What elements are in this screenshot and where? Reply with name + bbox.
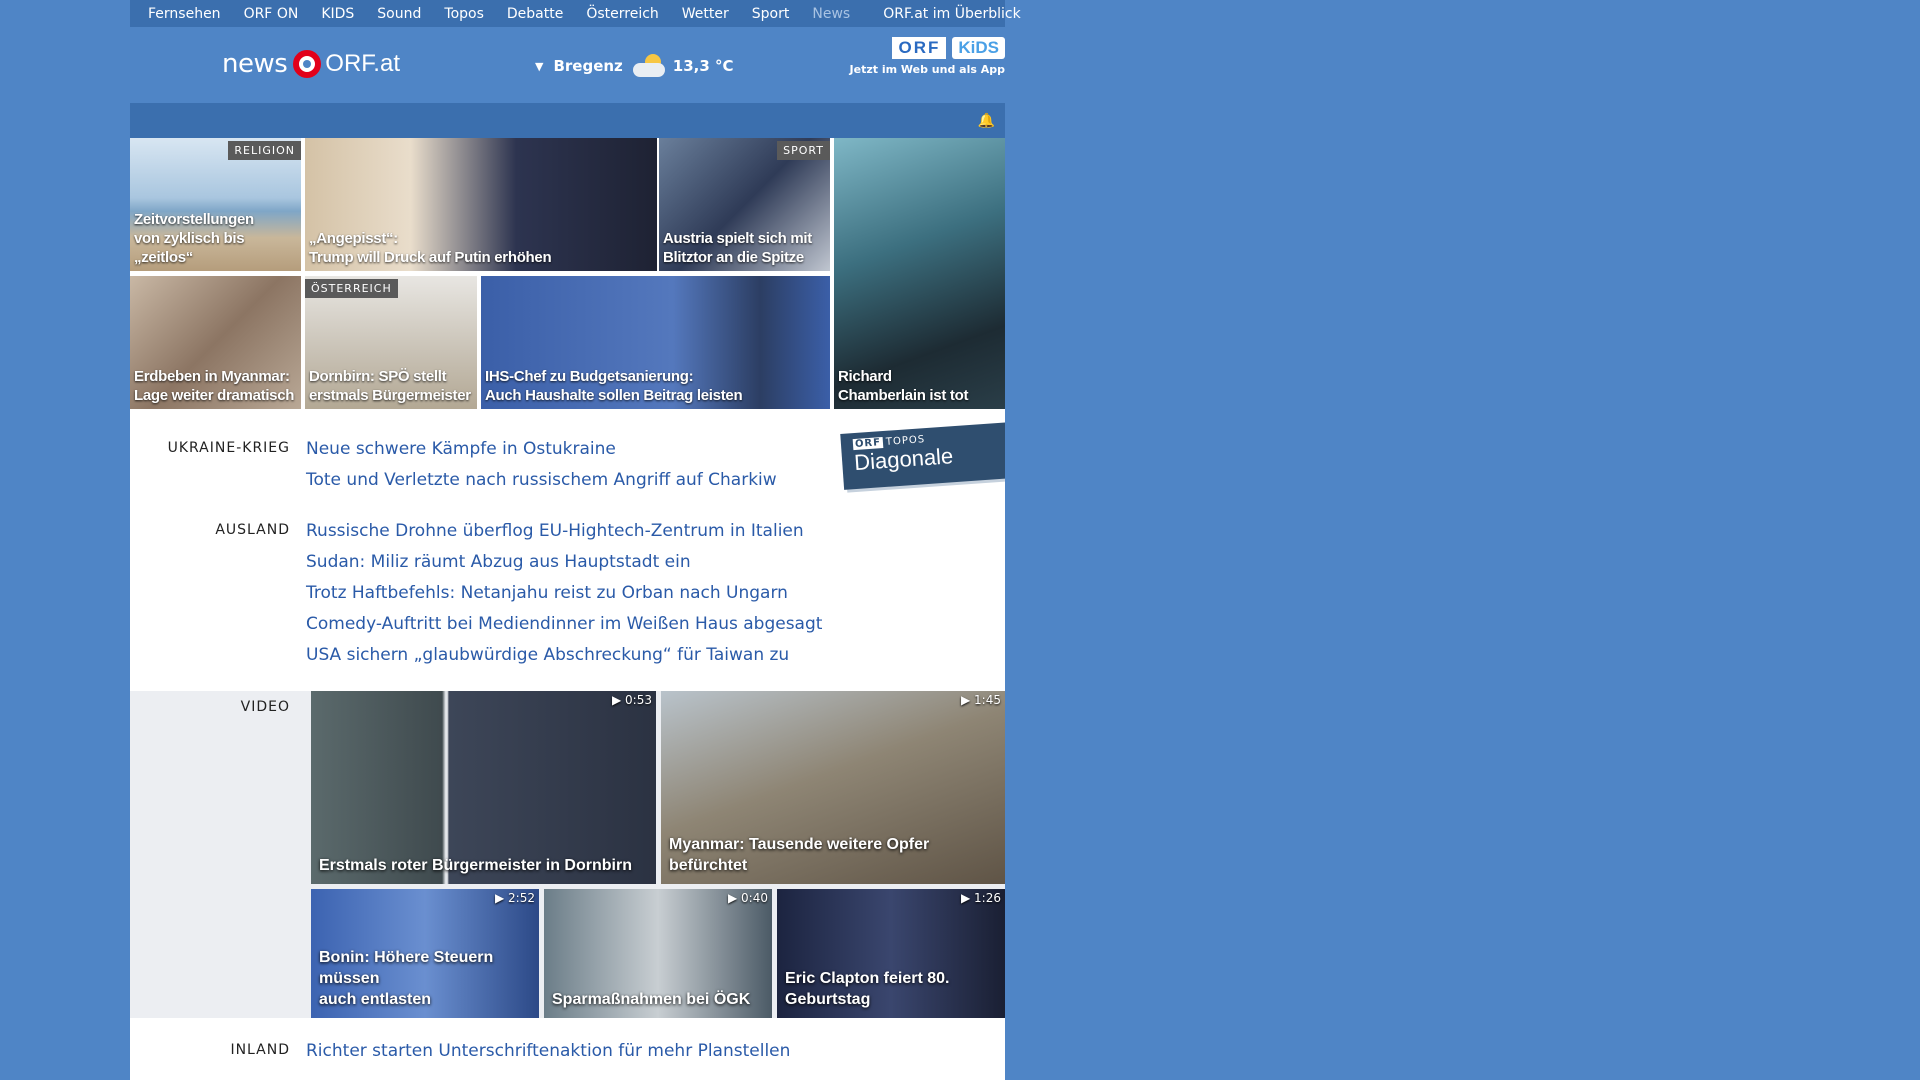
nav-item-topos[interactable]: Topos: [444, 6, 483, 22]
news-link[interactable]: USA sichern „glaubwürdige Abschreckung“ …: [306, 640, 822, 671]
video-tile-bonin[interactable]: ▶ 2:52 Bonin: Höhere Steuern müssen auch…: [311, 889, 539, 1018]
story-tile-dornbirn[interactable]: ÖSTERREICH Dornbirn: SPÖ stellt erstmals…: [305, 276, 477, 409]
video-duration: ▶ 0:53: [612, 693, 652, 707]
video-title: Erstmals roter Bürgermeister in Dornbirn: [319, 857, 632, 874]
toolbar-bar: 🔔: [130, 103, 1005, 138]
section-video: VIDEO ▶ 0:53 Erstmals roter Bürgermeiste…: [130, 691, 1005, 1018]
section-label: INLAND: [230, 1042, 290, 1058]
nav-item-overview[interactable]: ORF.at im Überblick: [883, 6, 1020, 22]
video-title: Myanmar: Tausende weitere Opfer befürcht…: [669, 836, 930, 874]
nav-item-fernsehen[interactable]: Fernsehen: [148, 6, 221, 22]
section-label: VIDEO: [240, 699, 290, 715]
nav-item-news[interactable]: News: [812, 6, 850, 22]
news-link[interactable]: Russische Drohne überflog EU-Hightech-Ze…: [306, 516, 822, 547]
nav-item-orf-on[interactable]: ORF ON: [244, 6, 299, 22]
nav-item-debatte[interactable]: Debatte: [507, 6, 563, 22]
video-title: Bonin: Höhere Steuern müssen auch entlas…: [319, 949, 494, 1008]
orf-kids-promo[interactable]: ORF KiDS Jetzt im Web und als App: [850, 37, 1005, 76]
section-label: AUSLAND: [215, 522, 290, 538]
weather-city: Bregenz: [553, 57, 623, 75]
category-tag: RELIGION: [228, 141, 301, 160]
category-tag: SPORT: [777, 141, 830, 160]
story-title: „Angepisst“: Trump will Druck auf Putin …: [309, 230, 552, 266]
bell-icon[interactable]: 🔔: [978, 113, 995, 129]
logo-orf-text: ORF.at: [325, 50, 400, 77]
orf-eye-icon: [293, 50, 322, 78]
story-title: Dornbirn: SPÖ stellt erstmals Bürgermeis…: [309, 368, 471, 404]
news-link[interactable]: Tote und Verletzte nach russischem Angri…: [306, 465, 777, 496]
section-label: UKRAINE-KRIEG: [167, 440, 290, 456]
news-orf-logo[interactable]: news ORF.at: [222, 49, 400, 79]
video-duration: ▶ 2:52: [495, 891, 535, 905]
story-tile-religion[interactable]: RELIGION Zeitvorstellungen von zyklisch …: [130, 138, 301, 271]
chevron-down-icon[interactable]: ▼: [535, 60, 543, 73]
story-tile-myanmar[interactable]: Erdbeben in Myanmar: Lage weiter dramati…: [130, 276, 301, 409]
nav-item-sound[interactable]: Sound: [377, 6, 421, 22]
news-link[interactable]: Comedy-Auftritt bei Mediendinner im Weiß…: [306, 609, 822, 640]
nav-item-oesterreich[interactable]: Österreich: [586, 6, 658, 22]
kids-badge: KiDS: [952, 37, 1005, 59]
video-tile-myanmar[interactable]: ▶ 1:45 Myanmar: Tausende weitere Opfer b…: [661, 691, 1005, 884]
weather-widget[interactable]: ▼ Bregenz 13,3 °C: [535, 54, 734, 78]
nav-item-wetter[interactable]: Wetter: [682, 6, 729, 22]
video-tile-dornbirn[interactable]: ▶ 0:53 Erstmals roter Bürgermeister in D…: [311, 691, 656, 884]
news-link[interactable]: Sudan: Miliz räumt Abzug aus Hauptstadt …: [306, 547, 822, 578]
nav-item-sport[interactable]: Sport: [752, 6, 790, 22]
news-link[interactable]: Richter starten Unterschriftenaktion für…: [306, 1036, 790, 1067]
story-tile-chamberlain[interactable]: Richard Chamberlain ist tot: [834, 138, 1005, 409]
main-content: RELIGION Zeitvorstellungen von zyklisch …: [130, 138, 1005, 1080]
weather-temperature: 13,3 °C: [672, 57, 734, 75]
kids-promo-text: Jetzt im Web und als App: [849, 63, 1005, 76]
topos-diagonale-promo[interactable]: ORF TOPOS Diagonale: [840, 422, 1005, 490]
top-navigation: Fernsehen ORF ON KIDS Sound Topos Debatt…: [130, 0, 1021, 27]
story-title: IHS-Chef zu Budgetsanierung: Auch Hausha…: [485, 368, 743, 404]
logo-news-text: news: [222, 49, 288, 79]
video-duration: ▶ 0:40: [728, 891, 768, 905]
video-tile-oegk[interactable]: ▶ 0:40 Sparmaßnahmen bei ÖGK: [544, 889, 772, 1018]
story-title: Erdbeben in Myanmar: Lage weiter dramati…: [134, 368, 295, 404]
partly-cloudy-icon: [631, 54, 667, 78]
orf-badge: ORF: [892, 37, 947, 59]
news-link[interactable]: Trotz Haftbefehls: Netanjahu reist zu Or…: [306, 578, 822, 609]
video-duration: ▶ 1:45: [961, 693, 1001, 707]
category-tag: ÖSTERREICH: [305, 279, 398, 298]
video-duration: ▶ 1:26: [961, 891, 1001, 905]
story-tile-trump[interactable]: „Angepisst“: Trump will Druck auf Putin …: [305, 138, 657, 271]
video-tile-clapton[interactable]: ▶ 1:26 Eric Clapton feiert 80. Geburtsta…: [777, 889, 1005, 1018]
news-link[interactable]: Neue schwere Kämpfe in Ostukraine: [306, 434, 777, 465]
story-tile-sport[interactable]: SPORT Austria spielt sich mit Blitztor a…: [659, 138, 830, 271]
story-title: Zeitvorstellungen von zyklisch bis „zeit…: [134, 211, 254, 266]
site-header: news ORF.at ▼ Bregenz 13,3 °C ORF KiDS J…: [130, 27, 1005, 103]
story-tile-ihs[interactable]: IHS-Chef zu Budgetsanierung: Auch Hausha…: [481, 276, 830, 409]
story-title: Austria spielt sich mit Blitztor an die …: [663, 230, 812, 266]
video-title: Sparmaßnahmen bei ÖGK: [552, 991, 751, 1008]
story-title: Richard Chamberlain ist tot: [838, 368, 969, 404]
nav-item-kids[interactable]: KIDS: [321, 6, 354, 22]
video-title: Eric Clapton feiert 80. Geburtstag: [785, 970, 950, 1008]
